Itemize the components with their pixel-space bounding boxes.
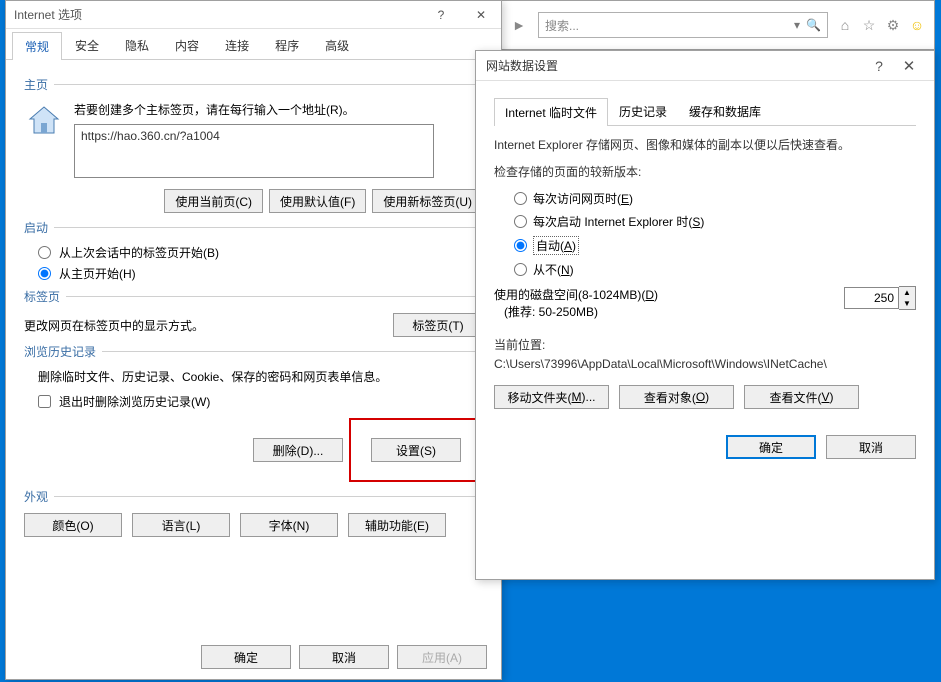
disk-space-hint: (推荐: 50-250MB) [504, 303, 658, 320]
disk-space-spinner[interactable]: ▲ ▼ [844, 286, 916, 310]
home-icon [24, 101, 64, 141]
history-desc: 删除临时文件、历史记录、Cookie、保存的密码和网页表单信息。 [38, 368, 483, 385]
check-newer-label: 检查存储的页面的较新版本: [494, 163, 916, 180]
section-startup: 启动 [24, 219, 48, 236]
disk-space-input[interactable] [844, 287, 899, 309]
colors-button[interactable]: 颜色(O) [24, 513, 122, 537]
intro-text: Internet Explorer 存储网页、图像和媒体的副本以便以后快速查看。 [494, 136, 916, 153]
section-appearance: 外观 [24, 488, 48, 505]
tab-history[interactable]: 历史记录 [608, 97, 678, 125]
smiley-icon[interactable]: ☺ [908, 16, 926, 34]
current-location-label: 当前位置: [494, 336, 916, 353]
tabs-button[interactable]: 标签页(T) [393, 313, 483, 337]
every-visit-radio[interactable] [514, 192, 527, 205]
homepage-desc: 若要创建多个主标签页，请在每行输入一个地址(R)。 [74, 101, 483, 118]
spin-down[interactable]: ▼ [899, 298, 915, 309]
view-files-button[interactable]: 查看文件(V) [744, 385, 859, 409]
tab-strip: Internet 临时文件 历史记录 缓存和数据库 [494, 97, 916, 126]
titlebar: Internet 选项 ? ✕ [6, 1, 501, 29]
internet-options-dialog: Internet 选项 ? ✕ 常规 安全 隐私 内容 连接 程序 高级 主页 … [5, 0, 502, 680]
never-radio[interactable] [514, 263, 527, 276]
tab-temp-files[interactable]: Internet 临时文件 [494, 98, 608, 126]
startup-homepage-radio[interactable] [38, 267, 51, 280]
disk-space-label: 使用的磁盘空间(8-1024MB)(D) [494, 286, 658, 303]
dialog-title: 网站数据设置 [486, 57, 864, 74]
spin-up[interactable]: ▲ [899, 287, 915, 298]
home-icon[interactable]: ⌂ [836, 16, 854, 34]
titlebar: 网站数据设置 ? ✕ [476, 51, 934, 81]
tab-content[interactable]: 内容 [162, 31, 212, 59]
help-button[interactable]: ? [864, 58, 894, 74]
window-maximize[interactable]: ☐ [854, 0, 894, 7]
section-history: 浏览历史记录 [24, 343, 96, 360]
dialog-title: Internet 选项 [14, 6, 421, 23]
ok-button[interactable]: 确定 [201, 645, 291, 669]
tabs-desc: 更改网页在标签页中的显示方式。 [24, 317, 204, 334]
tab-programs[interactable]: 程序 [262, 31, 312, 59]
tab-security[interactable]: 安全 [62, 31, 112, 59]
window-minimize[interactable]: — [814, 0, 854, 7]
use-default-button[interactable]: 使用默认值(F) [269, 189, 366, 213]
close-button[interactable]: ✕ [894, 57, 924, 75]
tab-privacy[interactable]: 隐私 [112, 31, 162, 59]
startup-last-session-radio[interactable] [38, 246, 51, 259]
every-start-radio[interactable] [514, 215, 527, 228]
homepage-url-input[interactable] [74, 124, 434, 178]
use-current-button[interactable]: 使用当前页(C) [164, 189, 263, 213]
tab-connections[interactable]: 连接 [212, 31, 262, 59]
close-button[interactable]: ✕ [461, 1, 501, 29]
auto-radio[interactable] [514, 239, 527, 252]
cancel-button[interactable]: 取消 [826, 435, 916, 459]
accessibility-button[interactable]: 辅助功能(E) [348, 513, 446, 537]
move-folder-button[interactable]: 移动文件夹(M)... [494, 385, 609, 409]
window-close[interactable]: ✕ [894, 0, 934, 7]
ok-button[interactable]: 确定 [726, 435, 816, 459]
search-icon[interactable]: 🔍 [806, 18, 821, 32]
languages-button[interactable]: 语言(L) [132, 513, 230, 537]
delete-on-exit-checkbox[interactable] [38, 395, 51, 408]
tab-advanced[interactable]: 高级 [312, 31, 362, 59]
section-tabs: 标签页 [24, 288, 60, 305]
favorites-icon[interactable]: ☆ [860, 16, 878, 34]
tab-general[interactable]: 常规 [12, 32, 62, 60]
search-placeholder: 搜索... [545, 17, 579, 34]
view-objects-button[interactable]: 查看对象(O) [619, 385, 734, 409]
use-newtab-button[interactable]: 使用新标签页(U) [372, 189, 483, 213]
current-location-path: C:\Users\73996\AppData\Local\Microsoft\W… [494, 357, 916, 371]
fonts-button[interactable]: 字体(N) [240, 513, 338, 537]
website-data-settings-dialog: 网站数据设置 ? ✕ Internet 临时文件 历史记录 缓存和数据库 Int… [475, 50, 935, 580]
search-input[interactable]: 搜索... ▾ 🔍 [538, 12, 828, 38]
apply-button[interactable]: 应用(A) [397, 645, 487, 669]
highlight-box: 设置(S) [349, 418, 483, 482]
browser-toolbar: ◄ ► 搜索... ▾ 🔍 ⌂ ☆ ⚙ ☺ — ☐ ✕ [475, 0, 935, 50]
section-homepage: 主页 [24, 76, 48, 93]
gear-icon[interactable]: ⚙ [884, 16, 902, 34]
tab-cache-db[interactable]: 缓存和数据库 [678, 97, 772, 125]
help-button[interactable]: ? [421, 1, 461, 29]
tab-strip: 常规 安全 隐私 内容 连接 程序 高级 [6, 31, 501, 60]
history-settings-button[interactable]: 设置(S) [371, 438, 461, 462]
cancel-button[interactable]: 取消 [299, 645, 389, 669]
delete-history-button[interactable]: 删除(D)... [253, 438, 343, 462]
forward-button[interactable]: ► [508, 14, 530, 36]
